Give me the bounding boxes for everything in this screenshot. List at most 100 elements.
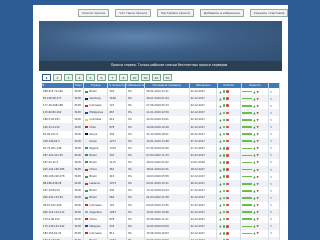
- nav-make-homepage-button[interactable]: Сменить стартовой: [249, 9, 288, 17]
- ip-address[interactable]: 87.106.58.177: [43, 97, 61, 100]
- edit-icon[interactable]: ✎: [270, 175, 273, 179]
- nav-add-favorites-button[interactable]: Добавить в избранное: [200, 9, 244, 17]
- ip-address[interactable]: 115.60.80.160: [43, 111, 61, 114]
- vote-down-icon[interactable]: ▼: [257, 196, 259, 200]
- vote-up-icon[interactable]: ▲: [253, 139, 255, 143]
- cell-ip[interactable]: 87.106.58.177: [42, 95, 74, 103]
- vote-down-icon[interactable]: ▼: [257, 224, 259, 228]
- page-50[interactable]: 50: [163, 74, 172, 81]
- cell-ip[interactable]: 200.232.123.55: [42, 194, 74, 202]
- edit-icon[interactable]: ✎: [270, 118, 273, 122]
- cell-ip[interactable]: 187.93.15.2: [42, 158, 74, 167]
- vote-down-icon[interactable]: ▼: [257, 175, 259, 179]
- ip-address[interactable]: 133.0.46.152: [43, 218, 60, 221]
- vote-up-icon[interactable]: ▲: [253, 146, 255, 150]
- nav-what-is-proxy-button[interactable]: Что такое прокси: [115, 9, 152, 17]
- edit-icon[interactable]: ✎: [270, 203, 273, 207]
- ip-address[interactable]: 81.75.201.148: [43, 147, 61, 150]
- vote-down-icon[interactable]: ▼: [257, 203, 259, 207]
- vote-up-icon[interactable]: ▲: [253, 182, 255, 186]
- vote-down-icon[interactable]: ▼: [257, 125, 259, 129]
- cell-ip[interactable]: 81.75.201.148: [42, 144, 74, 152]
- vote-up-icon[interactable]: ▲: [253, 189, 255, 193]
- ip-address[interactable]: 36.67.102.206: [43, 204, 61, 207]
- edit-icon[interactable]: ✎: [270, 90, 273, 94]
- ip-address[interactable]: 186.5.93.183: [43, 118, 60, 121]
- cell-ip[interactable]: 200.114.112.112: [42, 208, 74, 216]
- page-40[interactable]: 40: [152, 74, 161, 81]
- vote-up-icon[interactable]: ▲: [253, 90, 255, 94]
- edit-icon[interactable]: ✎: [270, 97, 273, 101]
- vote-down-icon[interactable]: ▼: [257, 139, 259, 143]
- edit-icon[interactable]: ✎: [270, 160, 273, 164]
- cell-ip[interactable]: 115.60.80.160: [42, 109, 74, 117]
- vote-up-icon[interactable]: ▲: [253, 104, 255, 108]
- cell-ip[interactable]: 186.195.226.178: [42, 173, 74, 181]
- edit-icon[interactable]: ✎: [270, 125, 273, 129]
- vote-down-icon[interactable]: ▼: [257, 160, 259, 164]
- edit-icon[interactable]: ✎: [270, 111, 273, 115]
- vote-down-icon[interactable]: ▼: [257, 111, 259, 115]
- ip-address[interactable]: 81.95.211.5: [43, 133, 58, 136]
- page-6[interactable]: 6: [97, 74, 106, 81]
- ip-address[interactable]: 187.19.84.54: [43, 189, 60, 192]
- ip-address[interactable]: 218.146.62.5: [43, 140, 60, 143]
- ip-address[interactable]: 187.93.15.2: [43, 161, 58, 164]
- vote-down-icon[interactable]: ▼: [257, 90, 259, 94]
- cell-ip[interactable]: 36.67.102.206: [42, 201, 74, 209]
- cell-ip[interactable]: 222.141.195.185: [42, 166, 74, 174]
- cell-ip[interactable]: 175.139.134.242: [42, 222, 74, 230]
- edit-icon[interactable]: ✎: [270, 104, 273, 108]
- vote-up-icon[interactable]: ▲: [253, 132, 255, 136]
- edit-icon[interactable]: ✎: [270, 224, 273, 228]
- vote-down-icon[interactable]: ▼: [257, 146, 259, 150]
- ip-address[interactable]: 186.195.226.178: [43, 175, 64, 178]
- vote-up-icon[interactable]: ▲: [253, 168, 255, 172]
- edit-icon[interactable]: ✎: [270, 168, 273, 172]
- vote-down-icon[interactable]: ▼: [257, 132, 259, 136]
- cell-ip[interactable]: 190.13.4.212: [42, 123, 74, 131]
- vote-up-icon[interactable]: ▲: [253, 125, 255, 129]
- nav-proxy-setup-button[interactable]: Настройка прокси: [157, 9, 195, 17]
- cell-ip[interactable]: 88.186.236.28: [42, 180, 74, 188]
- cell-ip[interactable]: 180.150.61.32: [42, 229, 74, 237]
- vote-up-icon[interactable]: ▲: [253, 175, 255, 179]
- vote-up-icon[interactable]: ▲: [253, 111, 255, 115]
- vote-down-icon[interactable]: ▼: [257, 231, 259, 235]
- edit-icon[interactable]: ✎: [270, 217, 273, 221]
- edit-icon[interactable]: ✎: [270, 231, 273, 235]
- cell-ip[interactable]: 218.146.62.5: [42, 137, 74, 145]
- edit-icon[interactable]: ✎: [270, 139, 273, 143]
- page-8[interactable]: 8: [119, 74, 128, 81]
- page-3[interactable]: 3: [64, 74, 73, 81]
- vote-up-icon[interactable]: ▲: [253, 153, 255, 157]
- vote-up-icon[interactable]: ▲: [253, 97, 255, 101]
- vote-down-icon[interactable]: ▼: [257, 104, 259, 108]
- edit-icon[interactable]: ✎: [270, 210, 273, 214]
- vote-up-icon[interactable]: ▲: [253, 118, 255, 122]
- cell-ip[interactable]: 81.95.211.5: [42, 130, 74, 138]
- ip-address[interactable]: 190.13.4.212: [43, 126, 60, 129]
- page-5[interactable]: 5: [86, 74, 95, 81]
- cell-ip[interactable]: 187.19.84.54: [42, 187, 74, 195]
- cell-ip[interactable]: 187.121.43.115: [42, 151, 74, 159]
- vote-up-icon[interactable]: ▲: [253, 160, 255, 164]
- cell-ip[interactable]: 133.0.46.152: [42, 215, 74, 223]
- vote-down-icon[interactable]: ▼: [257, 189, 259, 193]
- vote-up-icon[interactable]: ▲: [253, 231, 255, 235]
- edit-icon[interactable]: ✎: [270, 182, 273, 186]
- vote-up-icon[interactable]: ▲: [253, 224, 255, 228]
- vote-down-icon[interactable]: ▼: [257, 97, 259, 101]
- vote-down-icon[interactable]: ▼: [257, 210, 259, 214]
- vote-down-icon[interactable]: ▼: [257, 168, 259, 172]
- ip-address[interactable]: 180.150.61.32: [43, 232, 61, 235]
- ip-address[interactable]: 177.16.208.168: [43, 104, 63, 107]
- ip-address[interactable]: 186.215.72.202: [43, 90, 63, 93]
- cell-ip[interactable]: 186.5.93.183: [42, 116, 74, 124]
- edit-icon[interactable]: ✎: [270, 196, 273, 200]
- nav-proxy-list-button[interactable]: Список прокси: [78, 9, 110, 17]
- vote-down-icon[interactable]: ▼: [257, 217, 259, 221]
- edit-icon[interactable]: ✎: [270, 153, 273, 157]
- ip-address[interactable]: 88.186.236.28: [43, 182, 61, 185]
- cell-ip[interactable]: 177.16.208.168: [42, 102, 74, 110]
